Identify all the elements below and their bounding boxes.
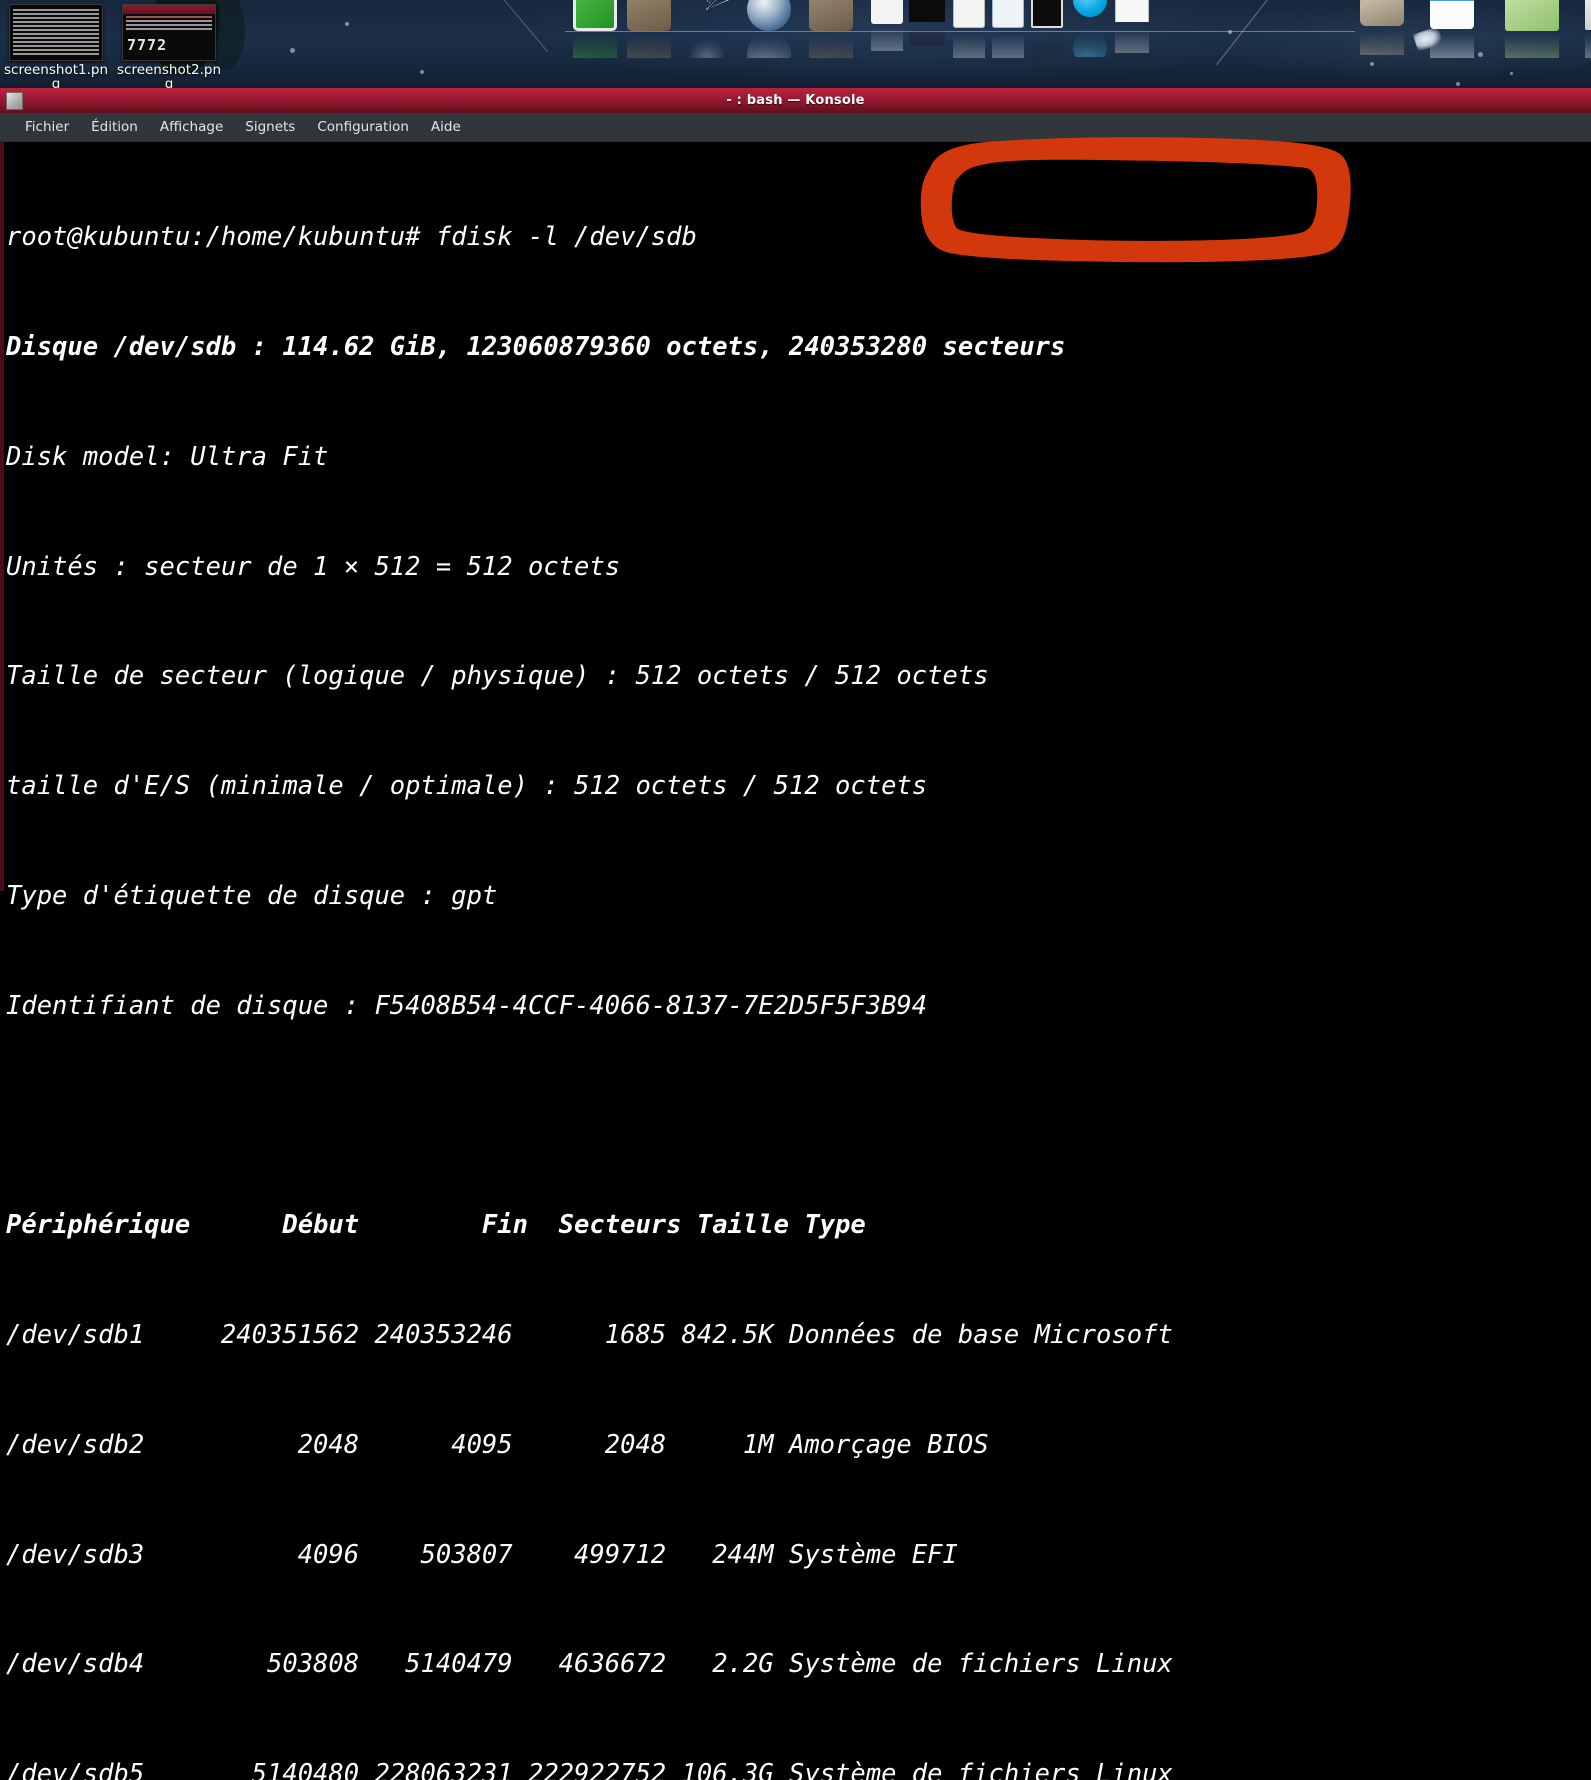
clock-icon <box>1031 0 1063 31</box>
chat-icon <box>953 0 985 31</box>
star <box>1456 82 1460 86</box>
dock-reflection <box>685 32 729 58</box>
star <box>290 48 295 53</box>
dock-item-calendar[interactable] <box>1430 0 1476 62</box>
window-titlebar[interactable]: - : bash — Konsole <box>0 88 1591 113</box>
desktop-icon-label: screenshot2.pn <box>116 62 222 78</box>
shield-icon <box>992 0 1024 31</box>
dock-item-shield[interactable] <box>992 0 1026 62</box>
terminal-table-row: /dev/sdb3 4096 503807 499712 244M Systèm… <box>6 1539 958 1570</box>
terminal-table-row: /dev/sdb1 240351562 240353246 1685 842.5… <box>6 1320 1173 1350</box>
screenshot1-thumbnail <box>9 4 103 61</box>
star <box>1478 52 1483 57</box>
thumbnail-text-lines <box>126 16 212 32</box>
dock-reflection <box>871 25 903 51</box>
window-title: - : bash — Konsole <box>726 93 865 108</box>
terminal-line: root@kubuntu:/home/kubuntu# fdisk -l /de… <box>6 222 697 253</box>
dock-reflection <box>1505 32 1559 58</box>
konsole-window: - : bash — Konsole Fichier Édition Affic… <box>0 88 1591 1780</box>
dock-reflection <box>627 32 671 58</box>
dock-item-clock[interactable] <box>1031 0 1065 62</box>
thumbnail-titlebar <box>123 5 215 14</box>
terminal-table-row: /dev/sdb4 503808 5140479 4636672 2.2G Sy… <box>6 1649 1173 1680</box>
social-media-globe-icon <box>747 0 791 31</box>
menubar[interactable]: Fichier Édition Affichage Signets Config… <box>0 113 1591 142</box>
spiderweb-icon <box>685 0 729 31</box>
menu-signets[interactable]: Signets <box>234 116 306 138</box>
screenshot2-thumbnail: 7772 <box>122 4 216 61</box>
news-icon <box>1585 0 1591 31</box>
dock-reflection <box>953 32 985 58</box>
menu-edition[interactable]: Édition <box>80 116 149 138</box>
terminal-line: taille d'E/S (minimale / optimale) : 512… <box>6 771 928 802</box>
netflix-icon <box>909 0 945 22</box>
desktop-icon-label: screenshot1.pn <box>3 62 109 78</box>
star <box>1510 72 1513 75</box>
dock-item-skype[interactable] <box>1073 0 1109 62</box>
desktop-background: screenshot1.pn g 7772 screenshot2.pn g <box>0 0 1591 90</box>
calendar-icon <box>1430 0 1474 31</box>
dock[interactable] <box>565 0 1591 84</box>
money-icon <box>1505 0 1559 31</box>
dock-reflection <box>992 32 1024 58</box>
desktop-icon-screenshot1[interactable]: screenshot1.pn g <box>0 4 112 90</box>
terminal-output[interactable]: root@kubuntu:/home/kubuntu# fdisk -l /de… <box>4 142 1173 1780</box>
terminal-line: Type d'étiquette de disque : gpt <box>6 880 498 911</box>
dock-item-news[interactable] <box>1585 0 1591 62</box>
dock-reflection <box>1430 32 1474 58</box>
dock-reflection <box>1115 27 1149 53</box>
archive-box-icon <box>627 0 671 31</box>
dock-reflection <box>1585 32 1591 58</box>
star <box>345 22 349 26</box>
dock-reflection <box>1031 32 1063 58</box>
dock-reflection <box>1073 31 1107 57</box>
menu-configuration[interactable]: Configuration <box>306 116 420 138</box>
dock-reflection <box>573 32 617 58</box>
dock-item-google[interactable] <box>1115 0 1151 62</box>
terminal-line: Disk model: Ultra Fit <box>6 441 329 472</box>
terminal-table-header: Périphérique Début Fin Secteurs Taille T… <box>6 1210 866 1241</box>
dock-reflection <box>809 32 853 58</box>
dock-reflection <box>1360 29 1404 55</box>
terminal-line: Taille de secteur (logique / physique) :… <box>6 661 989 692</box>
terminal-table-row: /dev/sdb5 5140480 228063231 222922752 10… <box>6 1759 1173 1780</box>
gamepad-icon <box>1360 0 1404 26</box>
dock-item-chat[interactable] <box>953 0 987 62</box>
dock-item-youtube[interactable] <box>871 0 905 62</box>
dock-item-recorder[interactable] <box>809 0 855 62</box>
google-icon <box>1115 0 1149 22</box>
star <box>420 70 424 74</box>
dock-item-netflix[interactable] <box>909 0 947 62</box>
terminal-line: Disque /dev/sdb : 114.62 GiB, 1230608793… <box>6 331 1066 362</box>
dock-item-web[interactable] <box>685 0 731 62</box>
dock-item-archive[interactable] <box>627 0 673 62</box>
spreadsheet-icon <box>573 0 617 31</box>
terminal-line: Unités : secteur de 1 × 512 = 512 octets <box>6 551 621 582</box>
skype-icon <box>1073 0 1107 20</box>
tape-recorder-icon <box>809 0 853 31</box>
dock-item-social-media[interactable] <box>747 0 793 62</box>
dock-reflection <box>747 32 791 58</box>
thumbnail-text-lines <box>13 9 99 57</box>
star <box>1370 62 1374 66</box>
youtube-icon <box>871 0 903 24</box>
menu-affichage[interactable]: Affichage <box>149 116 234 138</box>
terminal-table-row: /dev/sdb2 2048 4095 2048 1M Amorçage BIO… <box>6 1429 989 1460</box>
dock-reflection <box>909 24 945 50</box>
dock-item-spreadsheet[interactable] <box>573 0 619 62</box>
dock-item-gamepad[interactable] <box>1360 0 1406 62</box>
menu-fichier[interactable]: Fichier <box>14 116 80 138</box>
window-menu-icon[interactable] <box>6 92 23 110</box>
thumbnail-large-text: 7772 <box>127 36 168 54</box>
terminal-line: Identifiant de disque : F5408B54-4CCF-40… <box>6 990 928 1021</box>
desktop-icon-screenshot2[interactable]: 7772 screenshot2.pn g <box>113 4 225 90</box>
terminal-area[interactable]: root@kubuntu:/home/kubuntu# fdisk -l /de… <box>0 142 1591 1780</box>
menu-aide[interactable]: Aide <box>420 116 472 138</box>
dock-item-money[interactable] <box>1505 0 1561 62</box>
